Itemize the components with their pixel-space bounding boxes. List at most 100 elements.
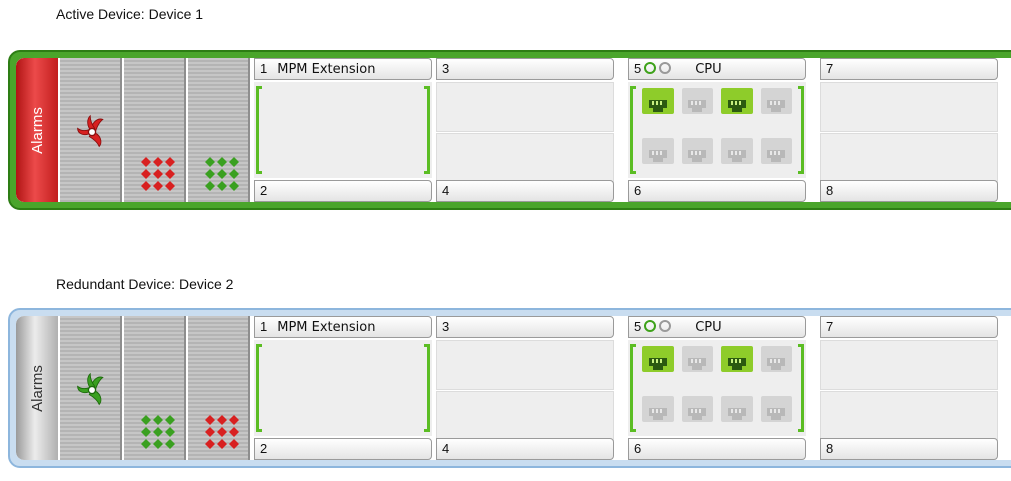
fan-module[interactable] (60, 58, 122, 202)
empty-bay[interactable] (820, 82, 998, 132)
ethernet-port-icon[interactable] (721, 88, 753, 114)
ethernet-port-icon[interactable] (721, 138, 753, 164)
power-supply-2[interactable] (188, 316, 250, 460)
slot-3-4: 3 4 (436, 316, 618, 460)
ethernet-port-icon[interactable] (681, 138, 713, 164)
ethernet-port-icon[interactable] (681, 346, 713, 372)
empty-bay[interactable] (820, 340, 998, 390)
slot-7-8: 7 8 (820, 58, 1002, 202)
slot-4-label[interactable]: 4 (436, 180, 614, 202)
card-bracket-left (256, 86, 262, 174)
alarms-tab-label: Alarms (28, 364, 46, 412)
slot-6-label[interactable]: 6 (628, 438, 806, 460)
redundant-device-chassis: Alarms 1 MPM Extension 2 3 4 5 CPU 6 7 8 (8, 308, 1011, 468)
ethernet-port-icon[interactable] (642, 88, 674, 114)
slot-3-label[interactable]: 3 (436, 316, 614, 338)
redundant-device-title: Redundant Device: Device 2 (56, 276, 234, 292)
slot-6-label[interactable]: 6 (628, 180, 806, 202)
slot-7-label[interactable]: 7 (820, 58, 998, 80)
card-bracket-left (630, 86, 636, 174)
ethernet-port-icon[interactable] (642, 346, 674, 372)
active-device-title: Active Device: Device 1 (56, 6, 204, 22)
slot-number: 8 (826, 441, 834, 456)
chassis-panel: Alarms 1 MPM Extension 2 3 4 5 CPU 6 7 8 (16, 58, 1011, 202)
fan-ok-icon (77, 372, 104, 406)
psu-status-dots-green (205, 157, 239, 191)
slot-8-label[interactable]: 8 (820, 438, 998, 460)
ethernet-port-icon[interactable] (760, 88, 792, 114)
slot-1-label[interactable]: 1 MPM Extension (254, 58, 432, 80)
slot-2-label[interactable]: 2 (254, 180, 432, 202)
ethernet-port-icon[interactable] (760, 346, 792, 372)
psu-status-dots-red (205, 415, 239, 449)
fan-module[interactable] (60, 316, 122, 460)
slot-5-6: 5 CPU 6 (628, 316, 810, 460)
slot-5-6: 5 CPU 6 (628, 58, 810, 202)
alarms-tab[interactable]: Alarms (16, 58, 58, 202)
fan-alarm-icon (77, 114, 104, 148)
card-bracket-right (798, 344, 804, 432)
slot-8-label[interactable]: 8 (820, 180, 998, 202)
slot-number: 4 (442, 441, 450, 456)
mpm-extension-card[interactable] (254, 340, 432, 436)
cpu-card[interactable] (628, 340, 806, 436)
slot-5-label[interactable]: 5 CPU (628, 316, 806, 338)
slot-number: 7 (826, 319, 834, 334)
mpm-extension-card[interactable] (254, 82, 432, 178)
slot-number: 7 (826, 61, 834, 76)
slot-number: 6 (634, 183, 642, 198)
card-bracket-left (256, 344, 262, 432)
alarms-tab[interactable]: Alarms (16, 316, 58, 460)
power-supply-1[interactable] (124, 58, 186, 202)
status-led-green (644, 62, 657, 74)
empty-bay[interactable] (436, 391, 614, 441)
cpu-port-row-top (642, 88, 792, 114)
slot-7-8: 7 8 (820, 316, 1002, 460)
empty-bay[interactable] (820, 391, 998, 441)
slot-card-name: MPM Extension (277, 320, 376, 335)
slot-number: 8 (826, 183, 834, 198)
ethernet-port-icon[interactable] (760, 396, 792, 422)
card-bracket-right (798, 86, 804, 174)
slot-1-2: 1 MPM Extension 2 (254, 58, 436, 202)
slot-number: 5 (634, 61, 642, 76)
card-bracket-right (424, 86, 430, 174)
slot-card-name: CPU (695, 320, 722, 335)
card-bracket-left (630, 344, 636, 432)
card-bracket-right (424, 344, 430, 432)
ethernet-port-icon[interactable] (642, 138, 674, 164)
slot-number: 2 (260, 183, 268, 198)
power-supply-2[interactable] (188, 58, 250, 202)
slot-2-label[interactable]: 2 (254, 438, 432, 460)
slot-number: 6 (634, 441, 642, 456)
slot-3-label[interactable]: 3 (436, 58, 614, 80)
slot-number: 3 (442, 319, 450, 334)
slot-card-name: MPM Extension (277, 62, 376, 77)
slot-5-label[interactable]: 5 CPU (628, 58, 806, 80)
empty-bay[interactable] (820, 133, 998, 183)
cpu-port-row-bottom (642, 396, 792, 422)
slot-number: 3 (442, 61, 450, 76)
slot-number: 5 (634, 319, 642, 334)
slot-1-label[interactable]: 1 MPM Extension (254, 316, 432, 338)
ethernet-port-icon[interactable] (642, 396, 674, 422)
psu-status-dots-green (141, 415, 175, 449)
active-device-chassis: Alarms 1 MPM Extension 2 3 4 5 CPU 6 7 8 (8, 50, 1011, 210)
ethernet-port-icon[interactable] (721, 346, 753, 372)
power-supply-1[interactable] (124, 316, 186, 460)
ethernet-port-icon[interactable] (681, 396, 713, 422)
slot-3-4: 3 4 (436, 58, 618, 202)
slot-card-name: CPU (695, 62, 722, 77)
empty-bay[interactable] (436, 82, 614, 132)
ethernet-port-icon[interactable] (681, 88, 713, 114)
slot-number: 1 (260, 61, 268, 76)
cpu-card[interactable] (628, 82, 806, 178)
chassis-panel: Alarms 1 MPM Extension 2 3 4 5 CPU 6 7 8 (16, 316, 1011, 460)
slot-7-label[interactable]: 7 (820, 316, 998, 338)
ethernet-port-icon[interactable] (760, 138, 792, 164)
psu-status-dots-red (141, 157, 175, 191)
ethernet-port-icon[interactable] (721, 396, 753, 422)
empty-bay[interactable] (436, 340, 614, 390)
slot-4-label[interactable]: 4 (436, 438, 614, 460)
empty-bay[interactable] (436, 133, 614, 183)
